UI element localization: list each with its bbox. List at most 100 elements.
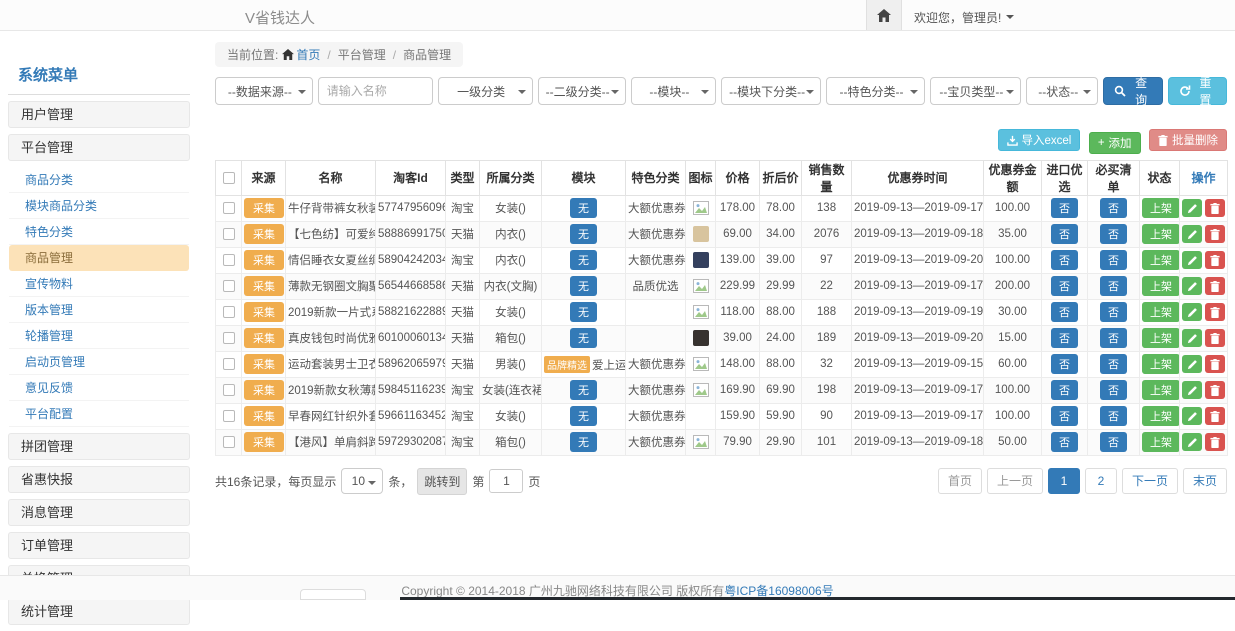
page-size-select[interactable]: 10 — [341, 468, 383, 494]
sidebar-subitem[interactable]: 轮播管理 — [9, 323, 189, 349]
must-buy-toggle[interactable]: 否 — [1100, 276, 1127, 296]
status-button[interactable]: 上架 — [1142, 198, 1180, 218]
sidebar-subitem[interactable]: 版本管理 — [9, 297, 189, 323]
module-none-tag[interactable]: 无 — [570, 302, 597, 322]
must-buy-toggle[interactable]: 否 — [1100, 198, 1127, 218]
sidebar-subitem[interactable]: 平台配置 — [9, 401, 189, 427]
sidebar-subitem[interactable]: 商品分类 — [9, 167, 189, 193]
must-buy-toggle[interactable]: 否 — [1100, 302, 1127, 322]
status-button[interactable]: 上架 — [1142, 302, 1180, 322]
page-button[interactable]: 下一页 — [1122, 468, 1178, 494]
status-button[interactable]: 上架 — [1142, 354, 1180, 374]
sidebar-group[interactable]: 平台管理 — [8, 134, 190, 161]
filter-select[interactable]: --特色分类-- — [826, 77, 925, 105]
must-buy-toggle[interactable]: 否 — [1100, 432, 1127, 452]
import-select-toggle[interactable]: 否 — [1051, 406, 1078, 426]
module-none-tag[interactable]: 无 — [570, 328, 597, 348]
row-checkbox[interactable] — [223, 384, 235, 396]
import-select-toggle[interactable]: 否 — [1051, 250, 1078, 270]
must-buy-toggle[interactable]: 否 — [1100, 328, 1127, 348]
module-none-tag[interactable]: 无 — [570, 198, 597, 218]
add-button[interactable]: + 添加 — [1089, 132, 1141, 154]
reset-button[interactable]: 重置 — [1168, 77, 1227, 105]
row-checkbox[interactable] — [223, 202, 235, 214]
row-checkbox[interactable] — [223, 280, 235, 292]
delete-button[interactable] — [1205, 433, 1225, 451]
import-select-toggle[interactable]: 否 — [1051, 354, 1078, 374]
status-button[interactable]: 上架 — [1142, 432, 1180, 452]
search-button[interactable]: 查询 — [1103, 77, 1162, 105]
status-button[interactable]: 上架 — [1142, 406, 1180, 426]
select-all-checkbox[interactable] — [223, 172, 235, 184]
row-checkbox[interactable] — [223, 254, 235, 266]
delete-button[interactable] — [1205, 225, 1225, 243]
row-checkbox[interactable] — [223, 436, 235, 448]
edit-button[interactable] — [1182, 407, 1202, 425]
sidebar-subitem[interactable]: 模块商品分类 — [9, 193, 189, 219]
sidebar-subitem[interactable]: 商品管理 — [9, 245, 189, 271]
edit-button[interactable] — [1182, 199, 1202, 217]
sidebar-group[interactable]: 统计管理 — [8, 598, 190, 625]
filter-select[interactable]: --二级分类-- — [538, 77, 626, 105]
data-source-select[interactable]: --数据来源-- — [215, 77, 313, 105]
row-checkbox[interactable] — [223, 410, 235, 422]
sidebar-subitem[interactable]: 宣传物料 — [9, 271, 189, 297]
jump-button[interactable]: 跳转到 — [417, 468, 467, 495]
import-select-toggle[interactable]: 否 — [1051, 302, 1078, 322]
status-button[interactable]: 上架 — [1142, 224, 1180, 244]
sidebar-group[interactable]: 消息管理 — [8, 499, 190, 526]
page-button[interactable]: 末页 — [1183, 468, 1227, 494]
filter-select[interactable]: --模块-- — [631, 77, 717, 105]
jump-page-input[interactable] — [489, 469, 523, 493]
import-select-toggle[interactable]: 否 — [1051, 276, 1078, 296]
delete-button[interactable] — [1205, 251, 1225, 269]
filter-select[interactable]: 一级分类 — [438, 77, 533, 105]
row-checkbox[interactable] — [223, 306, 235, 318]
module-none-tag[interactable]: 无 — [570, 250, 597, 270]
import-excel-button[interactable]: 导入excel — [998, 129, 1081, 151]
status-button[interactable]: 上架 — [1142, 250, 1180, 270]
filter-select[interactable]: --状态-- — [1026, 77, 1099, 105]
sidebar-subitem[interactable]: 意见反馈 — [9, 375, 189, 401]
edit-button[interactable] — [1182, 277, 1202, 295]
import-select-toggle[interactable]: 否 — [1051, 432, 1078, 452]
import-select-toggle[interactable]: 否 — [1051, 380, 1078, 400]
edit-button[interactable] — [1182, 381, 1202, 399]
page-button[interactable]: 1 — [1048, 468, 1080, 494]
user-menu[interactable]: 欢迎您，管理员! — [914, 9, 1014, 26]
sidebar-group[interactable]: 省惠快报 — [8, 466, 190, 493]
edit-button[interactable] — [1182, 329, 1202, 347]
must-buy-toggle[interactable]: 否 — [1100, 224, 1127, 244]
delete-button[interactable] — [1205, 329, 1225, 347]
sidebar-subitem[interactable]: 特色分类 — [9, 219, 189, 245]
row-checkbox[interactable] — [223, 332, 235, 344]
edit-button[interactable] — [1182, 355, 1202, 373]
sidebar-group[interactable]: 订单管理 — [8, 532, 190, 559]
import-select-toggle[interactable]: 否 — [1051, 198, 1078, 218]
import-select-toggle[interactable]: 否 — [1051, 224, 1078, 244]
batch-delete-button[interactable]: 批量删除 — [1149, 129, 1227, 151]
import-select-toggle[interactable]: 否 — [1051, 328, 1078, 348]
row-checkbox[interactable] — [223, 228, 235, 240]
icp-link[interactable]: 粤ICP备16098006号 — [724, 584, 833, 598]
module-none-tag[interactable]: 无 — [570, 380, 597, 400]
sidebar-group[interactable]: 用户管理 — [8, 101, 190, 128]
status-button[interactable]: 上架 — [1142, 328, 1180, 348]
delete-button[interactable] — [1205, 381, 1225, 399]
must-buy-toggle[interactable]: 否 — [1100, 354, 1127, 374]
delete-button[interactable] — [1205, 355, 1225, 373]
status-button[interactable]: 上架 — [1142, 276, 1180, 296]
sidebar-group[interactable]: 拼团管理 — [8, 433, 190, 460]
name-search-input[interactable] — [318, 77, 433, 105]
row-checkbox[interactable] — [223, 358, 235, 370]
filter-select[interactable]: --宝贝类型-- — [930, 77, 1021, 105]
module-none-tag[interactable]: 无 — [570, 224, 597, 244]
edit-button[interactable] — [1182, 225, 1202, 243]
module-none-tag[interactable]: 无 — [570, 432, 597, 452]
must-buy-toggle[interactable]: 否 — [1100, 250, 1127, 270]
sidebar-subitem[interactable]: 启动页管理 — [9, 349, 189, 375]
edit-button[interactable] — [1182, 303, 1202, 321]
home-button[interactable] — [866, 0, 902, 30]
page-button[interactable]: 2 — [1085, 468, 1117, 494]
module-none-tag[interactable]: 无 — [570, 406, 597, 426]
